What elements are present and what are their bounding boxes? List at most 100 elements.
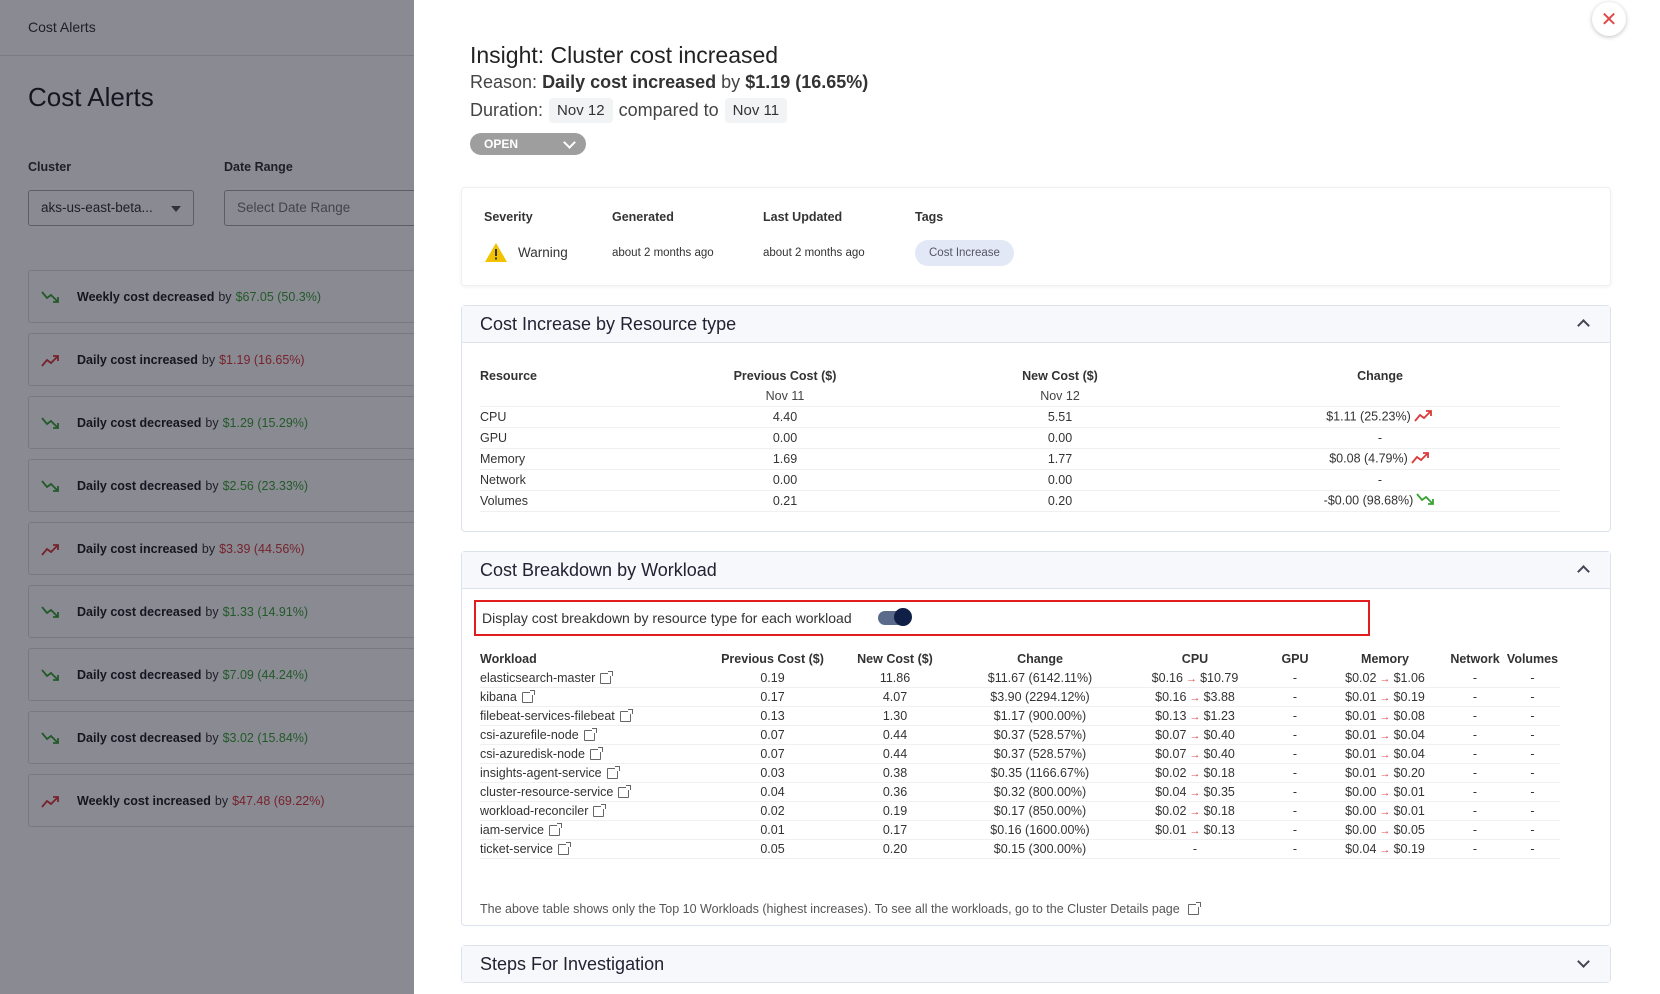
external-link-icon[interactable] [589,747,603,761]
to-value: $0.40 [1203,728,1235,742]
to-value: $0.18 [1203,766,1235,780]
volumes-cost: - [1505,725,1560,745]
tag-chip[interactable]: Cost Increase [915,240,1014,266]
from-value: $0.16 [1151,671,1183,685]
prev-cost: 4.40 [650,406,920,428]
external-link-icon[interactable] [600,671,614,685]
cost-change: $0.37 (528.57%) [955,725,1125,745]
cpu-cost: $0.02 → $0.18 [1125,801,1265,821]
arrow-right-icon: → [1186,749,1204,761]
chevron-up-icon[interactable] [1577,319,1590,332]
volumes-cost: - [1505,801,1560,821]
workload-name[interactable]: cluster-resource-service [480,785,613,799]
insight-duration: Duration: Nov 12 compared to Nov 11 [470,98,793,123]
prev-cost: 0.00 [650,427,920,449]
workload-name-cell: csi-azuredisk-node [480,744,710,764]
to-value: $0.05 [1393,823,1425,837]
external-link-icon[interactable] [583,728,597,742]
resource-section-header[interactable]: Cost Increase by Resource type [462,306,1610,343]
resource-name: GPU [480,427,650,449]
workload-name[interactable]: iam-service [480,823,544,837]
change-value: -$0.00 (98.68%) [1323,493,1414,508]
from-value: $0.01 [1155,823,1187,837]
workload-section-title: Cost Breakdown by Workload [480,560,717,580]
prev-cost: 0.13 [710,706,835,726]
external-link-icon[interactable] [593,804,607,818]
memory-cost: $0.00 → $0.01 [1325,782,1445,802]
workload-name[interactable]: elasticsearch-master [480,671,595,685]
duration-label: Duration: [470,100,544,120]
to-value: $0.35 [1203,785,1235,799]
to-value: $0.19 [1393,690,1425,704]
workload-section-header[interactable]: Cost Breakdown by Workload [462,552,1610,589]
status-dropdown[interactable]: OPEN [470,133,586,155]
prev-cost: 0.01 [710,820,835,840]
workload-name-cell: workload-reconciler [480,801,710,821]
cpu-cost: $0.07 → $0.40 [1125,744,1265,764]
to-value: $0.13 [1203,823,1235,837]
gpu-cost: - [1265,839,1325,859]
cpu-col-header: CPU [1181,652,1209,666]
cost-change: $0.17 (850.00%) [955,801,1125,821]
close-button[interactable]: ✕ [1592,2,1626,36]
insight-title: Insight: Cluster cost increased [470,42,779,68]
external-link-icon[interactable] [521,690,535,704]
cpu-cost: $0.02 → $0.18 [1125,763,1265,783]
chevron-down-icon[interactable] [1577,955,1590,968]
chevron-up-icon[interactable] [1577,565,1590,578]
to-value: $0.18 [1203,804,1235,818]
workload-name[interactable]: filebeat-services-filebeat [480,709,615,723]
arrow-right-icon: → [1376,825,1394,837]
external-link-icon[interactable] [1188,902,1202,916]
from-value: $0.00 [1345,804,1377,818]
prev-cost: 0.00 [650,469,920,491]
external-link-icon[interactable] [606,766,620,780]
volumes-cost: - [1505,820,1560,840]
workload-name[interactable]: csi-azuredisk-node [480,747,585,761]
external-link-icon[interactable] [618,785,632,799]
to-value: $0.01 [1393,785,1425,799]
breakdown-toggle-row: Display cost breakdown by resource type … [474,600,1370,636]
table-row: ticket-service 0.05 0.20 $0.15 (300.00%) - - $… [480,839,1560,859]
cost-change: -$0.00 (98.68%) [1200,490,1560,512]
memory-cost: $0.01 → $0.20 [1325,763,1445,783]
network-cost: - [1445,744,1505,764]
workload-name[interactable]: csi-azurefile-node [480,728,579,742]
workload-name[interactable]: kibana [480,690,517,704]
cost-change: - [1200,427,1560,449]
close-icon: ✕ [1600,8,1618,31]
steps-section-header[interactable]: Steps For Investigation [462,946,1610,982]
workload-name-cell: kibana [480,687,710,707]
new-cost: 11.86 [835,669,955,688]
volumes-cost: - [1505,763,1560,783]
arrow-right-icon: → [1376,730,1394,742]
resource-table: Resource Previous Cost ($) New Cost ($) … [480,366,1560,512]
workload-name[interactable]: workload-reconciler [480,804,588,818]
gpu-cost: - [1265,820,1325,840]
cpu-cost: $0.16 → $3.88 [1125,687,1265,707]
workload-name[interactable]: insights-agent-service [480,766,602,780]
cost-change: $3.90 (2294.12%) [955,687,1125,707]
external-link-icon[interactable] [548,823,562,837]
gpu-cost: - [1265,725,1325,745]
workload-name-cell: csi-azurefile-node [480,725,710,745]
external-link-icon[interactable] [619,709,633,723]
new-cost: 0.00 [920,427,1200,449]
from-value: $0.02 [1155,766,1187,780]
from-value: $0.01 [1345,766,1377,780]
table-row: csi-azurefile-node 0.07 0.44 $0.37 (528.57%… [480,725,1560,745]
new-cost: 0.44 [835,725,955,745]
external-link-icon[interactable] [557,842,571,856]
arrow-right-icon: → [1186,825,1204,837]
workload-name[interactable]: ticket-service [480,842,553,856]
cost-change: $0.32 (800.00%) [955,782,1125,802]
prev-cost: 0.17 [710,687,835,707]
from-value: $0.04 [1345,842,1377,856]
to-value: $0.19 [1393,842,1425,856]
breakdown-toggle-switch[interactable] [877,608,912,626]
table-row: workload-reconciler 0.02 0.19 $0.17 (850.00… [480,801,1560,821]
arrow-right-icon: → [1376,711,1394,723]
cost-change: $1.17 (900.00%) [955,706,1125,726]
from-value: $0.01 [1345,709,1377,723]
memory-cost: $0.00 → $0.01 [1325,801,1445,821]
